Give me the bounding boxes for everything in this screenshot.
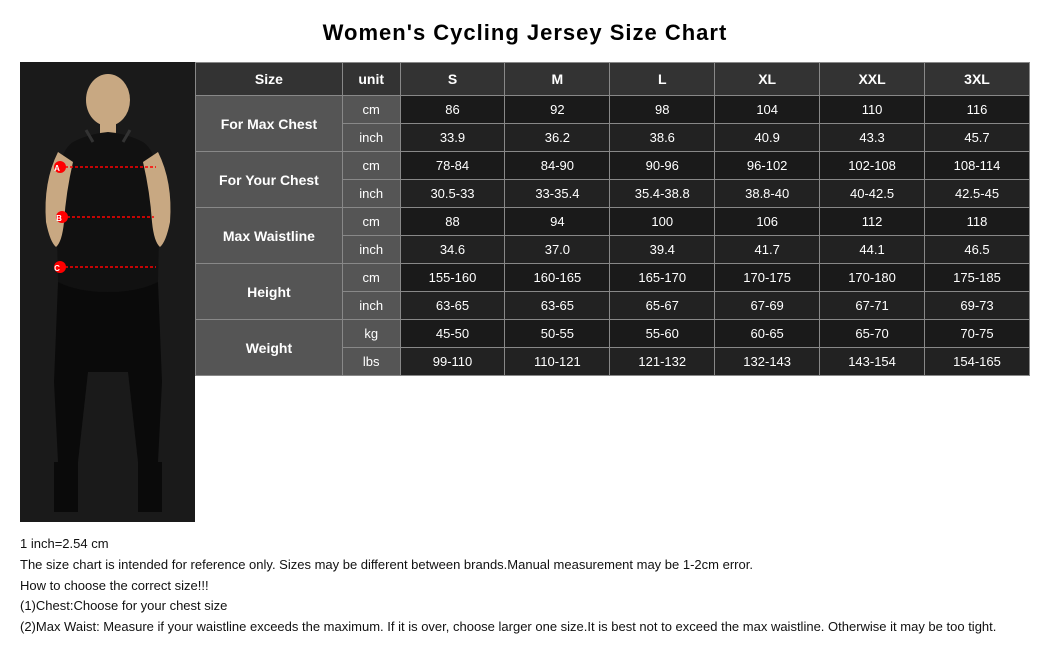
data-cell-0-1-5: 45.7	[925, 124, 1030, 152]
data-cell-1-1-0: 30.5-33	[400, 180, 505, 208]
data-cell-1-0-0: 78-84	[400, 152, 505, 180]
data-cell-0-0-0: 86	[400, 96, 505, 124]
unit-cell-3-0: cm	[342, 264, 400, 292]
unit-cell-1-1: inch	[342, 180, 400, 208]
model-image: A B C	[20, 62, 195, 522]
unit-cell-2-0: cm	[342, 208, 400, 236]
data-cell-0-1-1: 36.2	[505, 124, 610, 152]
svg-text:C: C	[54, 264, 60, 273]
data-cell-1-1-1: 33-35.4	[505, 180, 610, 208]
data-cell-0-1-4: 43.3	[820, 124, 925, 152]
svg-text:B: B	[56, 214, 62, 223]
data-cell-3-1-2: 65-67	[610, 292, 715, 320]
data-cell-3-0-5: 175-185	[925, 264, 1030, 292]
unit-cell-0-0: cm	[342, 96, 400, 124]
data-cell-0-0-4: 110	[820, 96, 925, 124]
note-line: (1)Chest:Choose for your chest size	[20, 596, 1030, 617]
data-cell-2-0-4: 112	[820, 208, 925, 236]
data-cell-1-0-3: 96-102	[715, 152, 820, 180]
header-3xl: 3XL	[925, 63, 1030, 96]
row-label-4: Weight	[196, 320, 343, 376]
header-s: S	[400, 63, 505, 96]
page-title: Women's Cycling Jersey Size Chart	[20, 20, 1030, 46]
note-line: The size chart is intended for reference…	[20, 555, 1030, 576]
data-cell-1-1-3: 38.8-40	[715, 180, 820, 208]
data-cell-4-1-3: 132-143	[715, 348, 820, 376]
data-cell-4-1-1: 110-121	[505, 348, 610, 376]
data-cell-0-0-1: 92	[505, 96, 610, 124]
note-line: How to choose the correct size!!!	[20, 576, 1030, 597]
data-cell-2-0-1: 94	[505, 208, 610, 236]
data-cell-1-0-4: 102-108	[820, 152, 925, 180]
data-cell-2-1-3: 41.7	[715, 236, 820, 264]
row-label-3: Height	[196, 264, 343, 320]
unit-cell-1-0: cm	[342, 152, 400, 180]
svg-text:A: A	[54, 164, 60, 173]
data-cell-2-1-4: 44.1	[820, 236, 925, 264]
data-cell-1-1-4: 40-42.5	[820, 180, 925, 208]
data-cell-4-0-1: 50-55	[505, 320, 610, 348]
data-cell-4-1-0: 99-110	[400, 348, 505, 376]
data-cell-4-0-0: 45-50	[400, 320, 505, 348]
header-l: L	[610, 63, 715, 96]
data-cell-0-0-3: 104	[715, 96, 820, 124]
data-cell-2-0-5: 118	[925, 208, 1030, 236]
header-xl: XL	[715, 63, 820, 96]
data-cell-3-1-3: 67-69	[715, 292, 820, 320]
data-cell-4-0-2: 55-60	[610, 320, 715, 348]
data-cell-2-1-1: 37.0	[505, 236, 610, 264]
data-cell-0-1-0: 33.9	[400, 124, 505, 152]
data-cell-3-0-1: 160-165	[505, 264, 610, 292]
data-cell-2-1-5: 46.5	[925, 236, 1030, 264]
data-cell-0-1-3: 40.9	[715, 124, 820, 152]
unit-cell-0-1: inch	[342, 124, 400, 152]
data-cell-4-1-2: 121-132	[610, 348, 715, 376]
size-table: Size unit S M L XL XXL 3XL For Max Chest…	[195, 62, 1030, 376]
data-cell-2-1-2: 39.4	[610, 236, 715, 264]
data-cell-2-1-0: 34.6	[400, 236, 505, 264]
row-label-1: For Your Chest	[196, 152, 343, 208]
data-cell-4-1-5: 154-165	[925, 348, 1030, 376]
data-cell-1-1-5: 42.5-45	[925, 180, 1030, 208]
data-cell-1-1-2: 35.4-38.8	[610, 180, 715, 208]
data-cell-4-1-4: 143-154	[820, 348, 925, 376]
unit-cell-3-1: inch	[342, 292, 400, 320]
data-cell-0-1-2: 38.6	[610, 124, 715, 152]
header-xxl: XXL	[820, 63, 925, 96]
data-cell-3-0-0: 155-160	[400, 264, 505, 292]
data-cell-2-0-3: 106	[715, 208, 820, 236]
data-cell-3-1-5: 69-73	[925, 292, 1030, 320]
data-cell-0-0-5: 116	[925, 96, 1030, 124]
data-cell-4-0-3: 60-65	[715, 320, 820, 348]
data-cell-1-0-5: 108-114	[925, 152, 1030, 180]
data-cell-2-0-2: 100	[610, 208, 715, 236]
data-cell-1-0-2: 90-96	[610, 152, 715, 180]
data-cell-3-1-4: 67-71	[820, 292, 925, 320]
data-cell-3-0-2: 165-170	[610, 264, 715, 292]
data-cell-4-0-5: 70-75	[925, 320, 1030, 348]
header-m: M	[505, 63, 610, 96]
row-label-0: For Max Chest	[196, 96, 343, 152]
data-cell-2-0-0: 88	[400, 208, 505, 236]
data-cell-3-1-1: 63-65	[505, 292, 610, 320]
unit-cell-2-1: inch	[342, 236, 400, 264]
data-cell-4-0-4: 65-70	[820, 320, 925, 348]
note-line: (2)Max Waist: Measure if your waistline …	[20, 617, 1030, 638]
row-label-2: Max Waistline	[196, 208, 343, 264]
header-unit: unit	[342, 63, 400, 96]
data-cell-0-0-2: 98	[610, 96, 715, 124]
data-cell-3-1-0: 63-65	[400, 292, 505, 320]
unit-cell-4-1: lbs	[342, 348, 400, 376]
data-cell-3-0-3: 170-175	[715, 264, 820, 292]
notes-section: 1 inch=2.54 cmThe size chart is intended…	[20, 534, 1030, 638]
note-line: 1 inch=2.54 cm	[20, 534, 1030, 555]
data-cell-3-0-4: 170-180	[820, 264, 925, 292]
data-cell-1-0-1: 84-90	[505, 152, 610, 180]
header-size: Size	[196, 63, 343, 96]
unit-cell-4-0: kg	[342, 320, 400, 348]
